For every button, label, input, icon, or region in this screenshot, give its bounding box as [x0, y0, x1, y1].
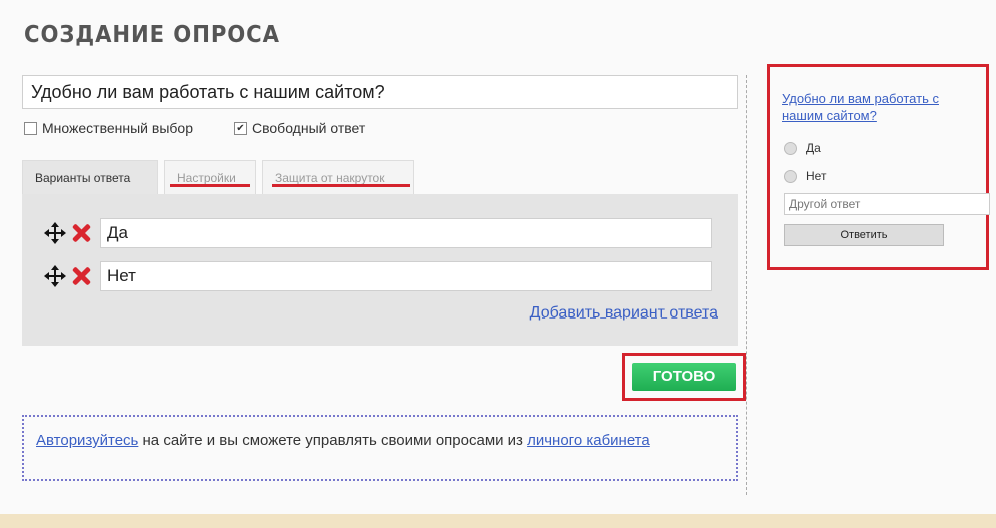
preview-question[interactable]: Удобно ли вам работать с нашим сайтом?: [782, 90, 982, 124]
preview-option-label: Нет: [806, 169, 827, 183]
multiple-choice-checkbox[interactable]: [24, 121, 37, 135]
highlight-underline: [170, 184, 250, 187]
free-answer-checkbox[interactable]: ✔: [234, 121, 247, 135]
free-answer-label: Свободный ответ: [252, 120, 366, 136]
answer-row: Нет: [42, 261, 712, 291]
tab-cheat-protection[interactable]: Защита от накруток: [262, 160, 414, 194]
answer-input[interactable]: Нет: [100, 261, 712, 291]
question-input[interactable]: Удобно ли вам работать с нашим сайтом?: [22, 75, 738, 109]
move-icon[interactable]: [42, 263, 68, 289]
radio-button[interactable]: [784, 169, 797, 183]
free-answer-option[interactable]: ✔ Свободный ответ: [234, 120, 365, 136]
submit-button[interactable]: Ответить: [784, 224, 944, 246]
login-link[interactable]: Авторизуйтесь: [36, 432, 138, 449]
preview-option[interactable]: Нет: [784, 169, 826, 183]
cabinet-link[interactable]: личного кабинета: [527, 432, 650, 449]
delete-icon[interactable]: [70, 222, 92, 244]
other-answer-input[interactable]: Другой ответ: [784, 193, 990, 215]
done-highlight: ГОТОВО: [622, 353, 746, 401]
answer-row: Да: [42, 218, 712, 248]
add-answer-link[interactable]: Добавить вариант ответа: [530, 304, 718, 322]
tab-answer-options[interactable]: Варианты ответа: [22, 160, 158, 194]
divider: [746, 75, 747, 495]
delete-icon[interactable]: [70, 265, 92, 287]
poll-editor-panel: СОЗДАНИЕ ОПРОСА Удобно ли вам работать с…: [0, 0, 996, 514]
highlight-underline: [272, 184, 410, 187]
multiple-choice-option[interactable]: Множественный выбор: [24, 120, 193, 136]
poll-preview: Удобно ли вам работать с нашим сайтом? Д…: [767, 64, 990, 270]
answer-input[interactable]: Да: [100, 218, 712, 248]
page-title: СОЗДАНИЕ ОПРОСА: [24, 22, 280, 48]
auth-text: на сайте и вы сможете управлять своими о…: [138, 432, 528, 449]
done-button[interactable]: ГОТОВО: [632, 363, 736, 391]
radio-button[interactable]: [784, 141, 797, 155]
tab-settings[interactable]: Настройки: [164, 160, 256, 194]
auth-notice: Авторизуйтесь на сайте и вы сможете упра…: [22, 415, 738, 481]
multiple-choice-label: Множественный выбор: [42, 120, 193, 136]
move-icon[interactable]: [42, 220, 68, 246]
answers-panel: Да Нет Добавить вариант ответа: [22, 194, 738, 346]
preview-option[interactable]: Да: [784, 141, 821, 155]
preview-option-label: Да: [806, 141, 821, 155]
